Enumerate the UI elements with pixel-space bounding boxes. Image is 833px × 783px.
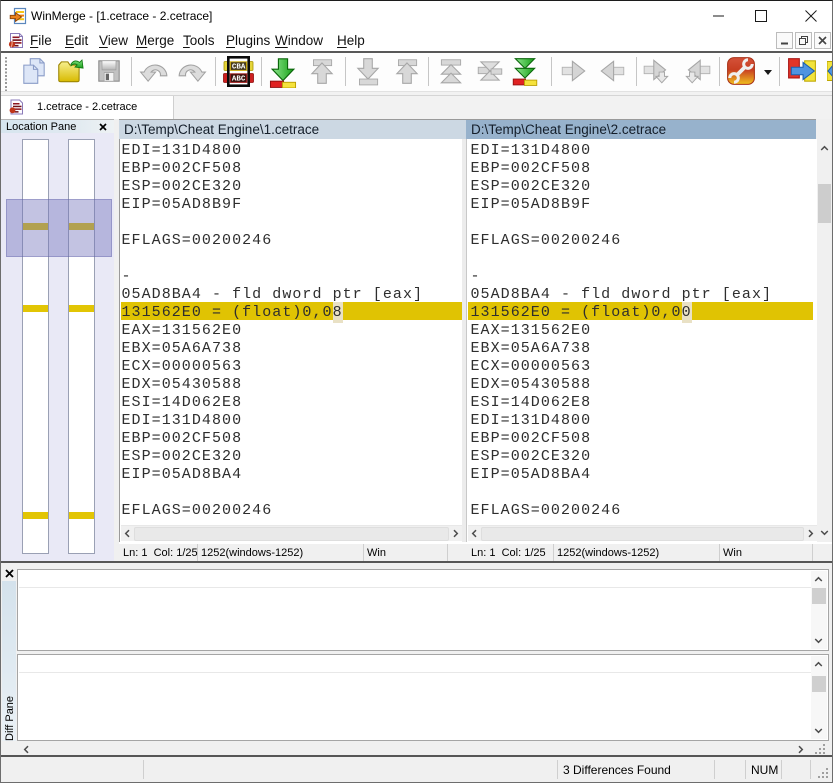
- svg-text:CBA: CBA: [232, 64, 246, 72]
- svg-text:ABC: ABC: [232, 76, 246, 84]
